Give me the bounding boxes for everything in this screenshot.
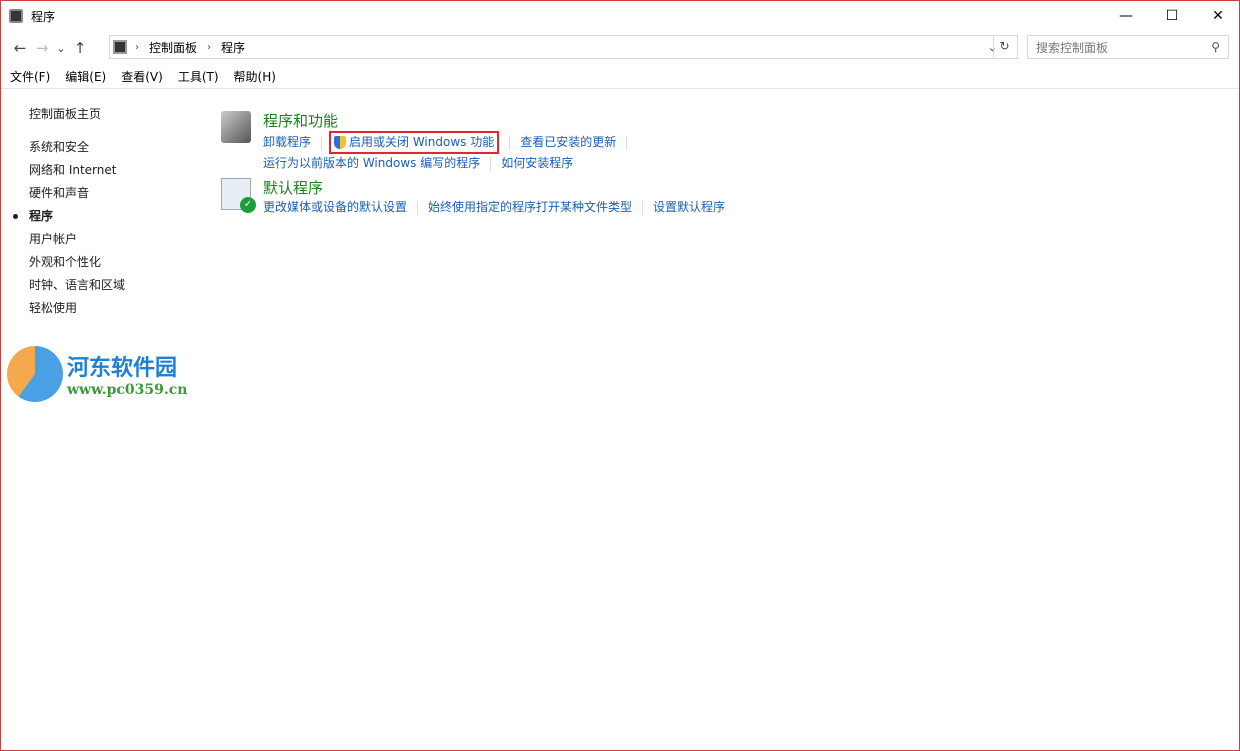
menu-file[interactable]: 文件(F): [10, 68, 50, 85]
window-title: 程序: [31, 8, 55, 25]
sidebar-item-appearance[interactable]: 外观和个性化: [29, 253, 125, 276]
uac-shield-icon: [334, 136, 346, 149]
menu-tools[interactable]: 工具(T): [178, 68, 219, 85]
menu-bar: 文件(F) 编辑(E) 查看(V) 工具(T) 帮助(H): [1, 65, 1239, 89]
sidebar-item-clock-language[interactable]: 时钟、语言和区域: [29, 276, 125, 299]
forward-arrow-icon[interactable]: →: [31, 39, 53, 57]
watermark: 河东软件园 www.pc0359.cn: [7, 346, 187, 402]
chevron-right-icon: ›: [135, 42, 139, 53]
divider: [321, 136, 322, 150]
file-association-link[interactable]: 始终使用指定的程序打开某种文件类型: [428, 198, 632, 217]
installed-updates-link[interactable]: 查看已安装的更新: [520, 133, 616, 152]
autoplay-link[interactable]: 更改媒体或设备的默认设置: [263, 198, 407, 217]
control-panel-icon: [113, 40, 127, 54]
uninstall-program-link[interactable]: 卸载程序: [263, 133, 311, 152]
refresh-button[interactable]: ↻: [993, 35, 1015, 59]
menu-help[interactable]: 帮助(H): [234, 68, 276, 85]
watermark-name: 河东软件园: [67, 350, 187, 382]
search-icon[interactable]: ⚲: [1211, 40, 1220, 54]
divider: [417, 201, 418, 215]
up-arrow-icon[interactable]: ↑: [69, 39, 91, 57]
recent-locations-icon[interactable]: ⌄: [53, 42, 69, 55]
sidebar-item-home[interactable]: 控制面板主页: [29, 105, 125, 128]
checkmark-icon: ✓: [240, 197, 256, 213]
title-bar: 程序 — ☐ ✕: [1, 1, 1239, 31]
divider: [490, 157, 491, 171]
back-arrow-icon[interactable]: ←: [9, 39, 31, 57]
how-to-install-link[interactable]: 如何安装程序: [501, 154, 573, 173]
category-programs-features: 程序和功能 卸载程序 启用或关闭 Windows 功能 查看已安装的更新 运行为…: [221, 111, 637, 173]
sidebar-item-system-security[interactable]: 系统和安全: [29, 138, 125, 161]
divider: [626, 136, 627, 150]
divider: [509, 136, 510, 150]
breadcrumb-control-panel[interactable]: 控制面板: [149, 39, 197, 56]
sidebar-item-ease-of-access[interactable]: 轻松使用: [29, 299, 125, 322]
maximize-button[interactable]: ☐: [1149, 1, 1195, 31]
default-programs-icon: ✓: [221, 178, 251, 210]
sidebar-item-network[interactable]: 网络和 Internet: [29, 161, 125, 184]
category-default-programs: ✓ 默认程序 更改媒体或设备的默认设置 始终使用指定的程序打开某种文件类型 设置…: [221, 178, 725, 217]
compatibility-link[interactable]: 运行为以前版本的 Windows 编写的程序: [263, 154, 480, 173]
watermark-url: www.pc0359.cn: [67, 382, 187, 398]
category-title[interactable]: 默认程序: [263, 178, 725, 198]
menu-view[interactable]: 查看(V): [121, 68, 163, 85]
divider: [642, 201, 643, 215]
sidebar: 控制面板主页 系统和安全 网络和 Internet 硬件和声音 程序 用户帐户 …: [29, 105, 125, 322]
watermark-logo-icon: [7, 346, 63, 402]
set-default-programs-link[interactable]: 设置默认程序: [653, 198, 725, 217]
programs-features-icon: [221, 111, 251, 143]
category-title[interactable]: 程序和功能: [263, 111, 637, 131]
minimize-button[interactable]: —: [1103, 1, 1149, 31]
chevron-right-icon: ›: [207, 42, 211, 53]
control-panel-icon: [9, 9, 23, 23]
search-input[interactable]: 搜索控制面板 ⚲: [1027, 35, 1229, 59]
highlight-box: 启用或关闭 Windows 功能: [329, 131, 499, 154]
close-button[interactable]: ✕: [1195, 1, 1240, 31]
breadcrumb-programs[interactable]: 程序: [221, 39, 245, 56]
windows-features-link[interactable]: 启用或关闭 Windows 功能: [349, 133, 494, 152]
sidebar-item-hardware[interactable]: 硬件和声音: [29, 184, 125, 207]
sidebar-item-user-accounts[interactable]: 用户帐户: [29, 230, 125, 253]
address-bar[interactable]: › 控制面板 › 程序 ⌄: [109, 35, 1018, 59]
navigation-bar: ← → ⌄ ↑ › 控制面板 › 程序 ⌄ ↻ 搜索控制面板 ⚲: [1, 31, 1239, 65]
search-placeholder: 搜索控制面板: [1036, 39, 1108, 56]
menu-edit[interactable]: 编辑(E): [65, 68, 106, 85]
sidebar-item-programs[interactable]: 程序: [29, 207, 125, 230]
